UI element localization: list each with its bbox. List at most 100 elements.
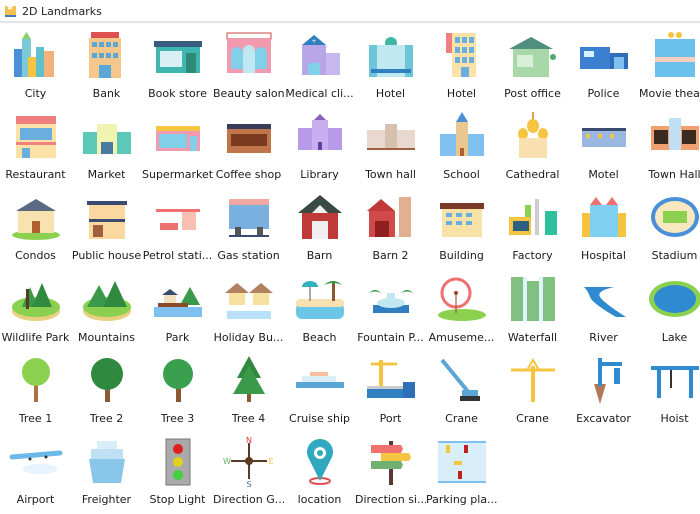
shape-item[interactable]: Freighter xyxy=(71,433,142,514)
market-icon xyxy=(77,108,137,164)
shape-item[interactable]: Parking pla... xyxy=(426,433,497,514)
shape-item[interactable]: NSWEDirection G... xyxy=(213,433,284,514)
shape-item-label: Bank xyxy=(93,87,121,100)
shape-item[interactable]: Hoist xyxy=(639,352,700,433)
tree-3-icon xyxy=(148,352,208,408)
shape-item[interactable]: Bank xyxy=(71,27,142,108)
shape-item-label: Cathedral xyxy=(506,168,560,181)
shape-item[interactable]: Stop Light xyxy=(142,433,213,514)
shape-item[interactable]: + Medical cli... xyxy=(284,27,355,108)
shape-item[interactable]: School xyxy=(426,108,497,189)
freighter-icon xyxy=(77,433,137,489)
medical-clinic-icon: + xyxy=(290,27,350,83)
shape-item[interactable]: Tree 2 xyxy=(71,352,142,433)
shape-item[interactable]: Condos xyxy=(0,189,71,270)
shape-item-label: Motel xyxy=(588,168,618,181)
shape-item[interactable]: Beauty salon xyxy=(213,27,284,108)
shape-item-label: Market xyxy=(88,168,126,181)
shape-item-label: Supermarket xyxy=(142,168,213,181)
shape-item[interactable]: Excavator xyxy=(568,352,639,433)
shape-item[interactable]: Building xyxy=(426,189,497,270)
shape-item[interactable]: Market xyxy=(71,108,142,189)
shape-item[interactable]: Movie thea... xyxy=(639,27,700,108)
book-store-icon xyxy=(148,27,208,83)
shape-item[interactable]: Barn xyxy=(284,189,355,270)
panel-title: 2D Landmarks xyxy=(22,5,102,18)
shape-item-label: Amuseme... xyxy=(429,331,495,344)
shape-item[interactable]: Park xyxy=(142,271,213,352)
building-icon xyxy=(432,189,492,245)
shape-item-label: Town Hall xyxy=(648,168,700,181)
svg-text:W: W xyxy=(223,457,231,466)
shape-item[interactable]: Book store xyxy=(142,27,213,108)
shape-item[interactable]: Hotel xyxy=(426,27,497,108)
cathedral-icon xyxy=(503,108,563,164)
shape-item[interactable]: Stadium xyxy=(639,189,700,270)
beauty-salon-icon xyxy=(219,27,279,83)
shape-item-label: Cruise ship xyxy=(289,412,350,425)
panel-header: 2D Landmarks xyxy=(0,0,700,22)
svg-text:+: + xyxy=(311,38,316,45)
header-divider xyxy=(0,21,700,23)
svg-text:N: N xyxy=(246,436,252,445)
shape-item[interactable]: Police xyxy=(568,27,639,108)
shape-item-label: Beauty salon xyxy=(213,87,284,100)
shape-item[interactable]: Coffee shop xyxy=(213,108,284,189)
shape-item-label: Public house xyxy=(72,249,141,262)
shape-item[interactable]: Waterfall xyxy=(497,271,568,352)
shape-item[interactable]: Hospital xyxy=(568,189,639,270)
shape-item[interactable]: Library xyxy=(284,108,355,189)
crawler-crane-icon xyxy=(432,352,492,408)
shape-item[interactable]: Motel xyxy=(568,108,639,189)
shape-item[interactable]: Mountains xyxy=(71,271,142,352)
shape-item[interactable]: Restaurant xyxy=(0,108,71,189)
shape-item-label: Hotel xyxy=(376,87,405,100)
shape-item[interactable]: City xyxy=(0,27,71,108)
shape-item-label: Building xyxy=(439,249,484,262)
shape-item[interactable]: Supermarket xyxy=(142,108,213,189)
shape-item[interactable]: Barn 2 xyxy=(355,189,426,270)
hotel-icon xyxy=(361,27,421,83)
svg-text:S: S xyxy=(246,480,251,487)
shape-item[interactable]: Lake xyxy=(639,271,700,352)
mountains-icon xyxy=(77,271,137,327)
shape-item[interactable]: Tree 1 xyxy=(0,352,71,433)
barn-icon xyxy=(290,189,350,245)
shape-item-label: Tree 4 xyxy=(232,412,265,425)
shape-item-label: Town hall xyxy=(365,168,416,181)
shape-item[interactable]: Port xyxy=(355,352,426,433)
shape-item[interactable]: Town hall xyxy=(355,108,426,189)
shape-item-label: Condos xyxy=(15,249,56,262)
shape-item[interactable]: Tree 3 xyxy=(142,352,213,433)
shape-item-label: Park xyxy=(166,331,190,344)
shape-item[interactable]: location xyxy=(284,433,355,514)
shape-item[interactable]: Direction si... xyxy=(355,433,426,514)
shape-item[interactable]: Gas station xyxy=(213,189,284,270)
shape-item[interactable]: Town Hall xyxy=(639,108,700,189)
shape-item[interactable]: Tree 4 xyxy=(213,352,284,433)
shape-item-label: Medical cli... xyxy=(285,87,353,100)
shape-item[interactable]: Wildlife Park xyxy=(0,271,71,352)
shape-item[interactable]: Airport xyxy=(0,433,71,514)
shape-item[interactable]: Fountain P... xyxy=(355,271,426,352)
shape-item[interactable]: Cruise ship xyxy=(284,352,355,433)
shape-item-label: Tree 2 xyxy=(90,412,123,425)
shape-item[interactable]: Beach xyxy=(284,271,355,352)
shape-item[interactable]: Public house xyxy=(71,189,142,270)
shape-item[interactable]: Crane xyxy=(426,352,497,433)
shape-item[interactable]: Holiday Bu... xyxy=(213,271,284,352)
shape-item-label: Crane xyxy=(445,412,478,425)
shape-item[interactable]: Amuseme... xyxy=(426,271,497,352)
tree-1-icon xyxy=(6,352,66,408)
movie-theater-icon xyxy=(645,27,700,83)
city-icon xyxy=(6,27,66,83)
shape-item[interactable]: Petrol stati... xyxy=(142,189,213,270)
shape-item-label: Book store xyxy=(148,87,207,100)
shape-item[interactable]: Cathedral xyxy=(497,108,568,189)
shape-item[interactable]: River xyxy=(568,271,639,352)
shape-item-label: City xyxy=(25,87,47,100)
shape-item[interactable]: Crane xyxy=(497,352,568,433)
shape-item[interactable]: Hotel xyxy=(355,27,426,108)
shape-item[interactable]: Factory xyxy=(497,189,568,270)
shape-item[interactable]: Post office xyxy=(497,27,568,108)
